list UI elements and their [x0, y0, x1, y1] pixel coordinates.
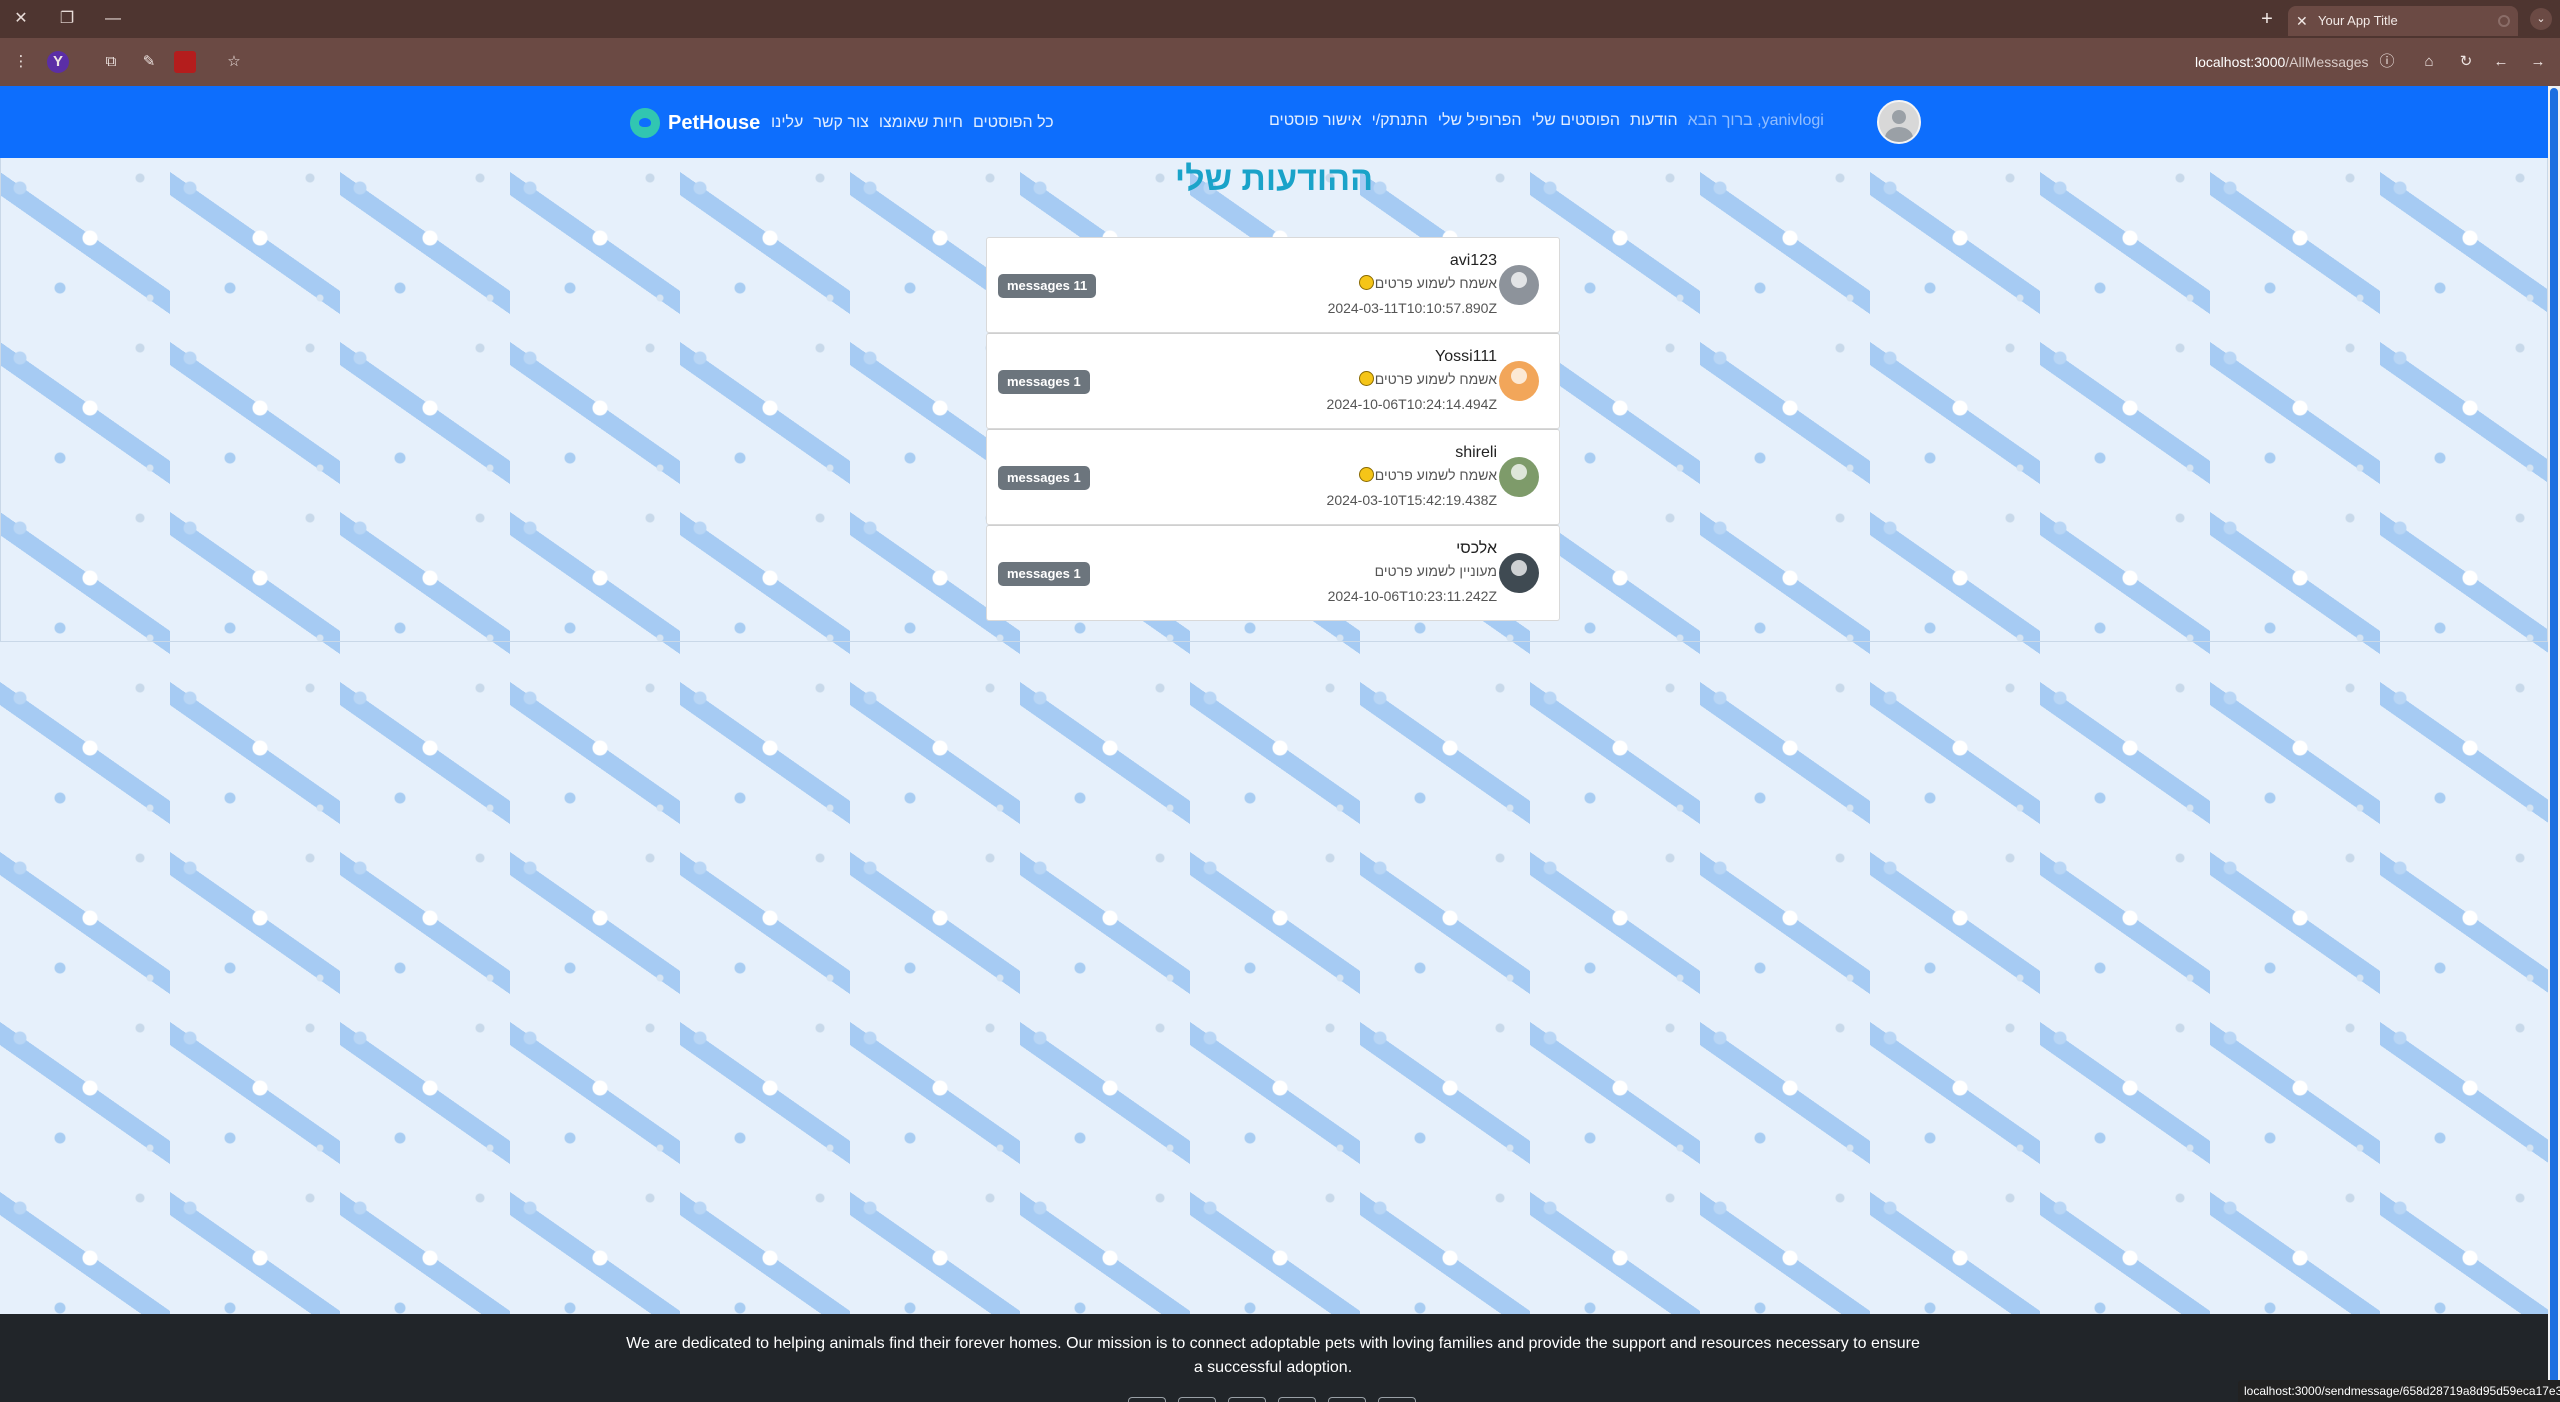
- social-link-icon[interactable]: [1328, 1397, 1366, 1402]
- social-link-icon[interactable]: [1278, 1397, 1316, 1402]
- nav-adopted-pets[interactable]: חיות שאומצו: [874, 112, 968, 134]
- nav-my-profile[interactable]: הפרופיל שלי: [1433, 110, 1527, 132]
- message-date: 2024-10-06T10:23:11.242Z: [1327, 588, 1497, 604]
- bookmark-star-icon[interactable]: ☆: [223, 51, 245, 73]
- close-window-icon[interactable]: ✕: [10, 8, 32, 30]
- nav-left-links: כל הפוסטים חיות שאומצו צור קשר עלינו: [766, 112, 1059, 134]
- nav-all-posts[interactable]: כל הפוסטים: [968, 112, 1059, 134]
- paw-logo-icon: [630, 108, 660, 138]
- message-preview: אשמח לשמוע פרטים: [1358, 275, 1497, 291]
- message-item[interactable]: avi123 אשמח לשמוע פרטים 2024-03-11T10:10…: [986, 237, 1560, 333]
- message-date: 2024-03-11T10:10:57.890Z: [1327, 300, 1497, 316]
- nav-approve-posts[interactable]: אישור פוסטים: [1264, 110, 1367, 132]
- home-icon[interactable]: ⌂: [2418, 51, 2440, 73]
- address-bar[interactable]: localhost:3000/AllMessages: [2195, 51, 2369, 73]
- sender-avatar: [1499, 553, 1539, 593]
- sender-name: Yossi111: [1435, 348, 1497, 365]
- message-item[interactable]: Yossi111 אשמח לשמוע פרטים 2024-10-06T10:…: [986, 333, 1560, 429]
- page-scrollbar[interactable]: [2548, 86, 2560, 1402]
- pencil-extension-icon[interactable]: ✎: [138, 51, 160, 73]
- footer-social-links: [1128, 1397, 1416, 1402]
- message-item[interactable]: אלכסי מעוניין לשמוע פרטים 2024-10-06T10:…: [986, 525, 1560, 621]
- tab-title: Your App Title: [2318, 13, 2398, 28]
- nav-right-links: yanivlogi, ברוך הבא הודעות הפוסטים שלי ה…: [1264, 110, 1829, 132]
- user-avatar[interactable]: [1877, 100, 1921, 144]
- sender-avatar: [1499, 361, 1539, 401]
- smile-emoji-icon: [1358, 467, 1374, 482]
- site-info-icon[interactable]: ⓘ: [2376, 51, 2398, 73]
- menu-dots-icon[interactable]: ⋮: [10, 51, 32, 73]
- message-preview: מעוניין לשמוע פרטים: [1374, 563, 1497, 579]
- back-icon[interactable]: ←: [2490, 51, 2512, 73]
- link-status-bubble: localhost:3000/sendmessage/658d28719a8d9…: [2238, 1380, 2560, 1402]
- message-count-badge: messages 1: [998, 466, 1090, 490]
- browser-toolbar: ⋮ Y ⧉ ✎ ☆ localhost:3000/AllMessages ⓘ ⌂…: [0, 38, 2560, 86]
- new-tab-button[interactable]: +: [2256, 8, 2278, 30]
- message-preview: אשמח לשמוע פרטים: [1358, 467, 1497, 483]
- message-count-badge: messages 11: [998, 274, 1097, 298]
- social-link-icon[interactable]: [1128, 1397, 1166, 1402]
- page-title: ההודעות שלי: [1174, 160, 1374, 198]
- mail-extension-icon[interactable]: [174, 51, 196, 73]
- nav-welcome-user: yanivlogi, ברוך הבא: [1687, 112, 1824, 129]
- extensions-icon[interactable]: ⧉: [100, 51, 122, 73]
- message-date: 2024-10-06T10:24:14.494Z: [1326, 396, 1497, 412]
- footer-mission-text: We are dedicated to helping animals find…: [626, 1335, 1920, 1376]
- message-count-badge: messages 1: [998, 562, 1090, 586]
- nav-logout[interactable]: התנתק/י: [1367, 110, 1433, 132]
- url-host: localhost:3000: [2195, 54, 2286, 70]
- tab-loading-icon: [2498, 15, 2510, 27]
- sender-name: אלכסי: [1456, 540, 1497, 557]
- message-preview: אשמח לשמוע פרטים: [1358, 371, 1497, 387]
- sender-avatar: [1499, 457, 1539, 497]
- restore-window-icon[interactable]: ❐: [56, 8, 78, 30]
- sender-avatar: [1499, 265, 1539, 305]
- forward-icon[interactable]: →: [2527, 51, 2549, 73]
- message-count-badge: messages 1: [998, 370, 1090, 394]
- nav-about[interactable]: עלינו: [766, 112, 808, 134]
- scrollbar-thumb[interactable]: [2550, 88, 2558, 1388]
- browser-tab[interactable]: ✕ Your App Title: [2288, 6, 2518, 36]
- nav-messages[interactable]: הודעות: [1625, 110, 1683, 132]
- tab-close-icon[interactable]: ✕: [2296, 6, 2308, 36]
- nav-contact[interactable]: צור קשר: [808, 112, 874, 134]
- smile-emoji-icon: [1358, 371, 1374, 386]
- messages-list: avi123 אשמח לשמוע פרטים 2024-03-11T10:10…: [986, 237, 1560, 621]
- brand-name: PetHouse: [668, 111, 761, 134]
- message-date: 2024-03-10T15:42:19.438Z: [1326, 492, 1497, 508]
- sender-name: shireli: [1455, 444, 1497, 461]
- url-path: /AllMessages: [2285, 54, 2369, 70]
- social-link-icon[interactable]: [1178, 1397, 1216, 1402]
- minimize-window-icon[interactable]: —: [102, 8, 124, 30]
- smile-emoji-icon: [1358, 275, 1374, 290]
- sender-name: avi123: [1449, 252, 1497, 269]
- brand-link[interactable]: PetHouse: [630, 108, 760, 138]
- nav-my-posts[interactable]: הפוסטים שלי: [1527, 110, 1625, 132]
- social-link-icon[interactable]: [1378, 1397, 1416, 1402]
- app-navbar: PetHouse כל הפוסטים חיות שאומצו צור קשר …: [0, 86, 2548, 158]
- tab-search-icon[interactable]: ⌄: [2530, 8, 2552, 30]
- message-item[interactable]: shireli אשמח לשמוע פרטים 2024-03-10T15:4…: [986, 429, 1560, 525]
- site-footer: We are dedicated to helping animals find…: [0, 1314, 2548, 1402]
- yandex-extension-icon[interactable]: Y: [47, 51, 69, 73]
- reload-icon[interactable]: ↻: [2455, 51, 2477, 73]
- browser-tab-bar: ✕ ❐ — + ✕ Your App Title ⌄: [0, 0, 2560, 38]
- social-link-icon[interactable]: [1228, 1397, 1266, 1402]
